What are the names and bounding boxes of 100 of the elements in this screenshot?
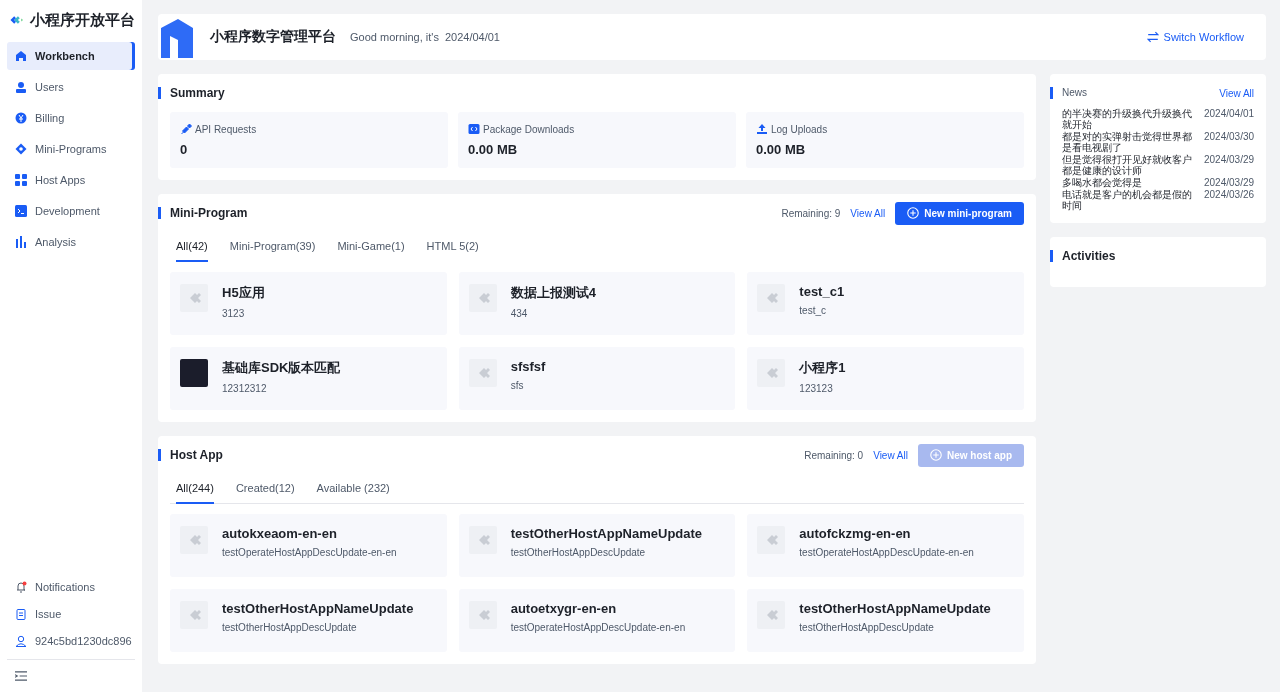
app-name: autofckzmg-en-en [799,526,912,541]
placeholder-app-icon [180,526,208,554]
stat-value: 0.00 MB [468,142,519,157]
sidebar-footer-item[interactable]: Notifications [7,574,135,599]
sidebar-footer-item[interactable]: Issue [7,601,135,626]
placeholder-app-icon [757,359,786,387]
user-icon [15,81,27,93]
news-date: 2024/03/29 [1204,154,1255,167]
stat-label: Log Uploads [771,123,828,135]
placeholder-app-icon [757,526,786,554]
app-card[interactable]: 基础库SDK版本匹配 12312312 [170,347,447,410]
sidebar-item[interactable]: Workbench [7,42,135,70]
plus-circle-icon [907,207,920,219]
app-card[interactable]: 小程序1 123123 [747,347,1024,410]
sidebar-item[interactable]: Mini-Programs [7,135,135,163]
app-name: 基础库SDK版本匹配 [222,359,341,377]
stat-value: 0 [180,142,189,157]
tab[interactable]: Mini-Game(1) [337,232,405,262]
app-name: autokxeaom-en-en [222,526,338,541]
sidebar-item[interactable]: Analysis [7,228,135,256]
app-card[interactable]: autokxeaom-en-en testOperateHostAppDescUpdate-en-en [170,514,447,577]
news-title[interactable]: 的半决赛的升级换代升级换代就开始 [1062,108,1200,130]
app-name: autoetxygr-en-en [510,601,618,616]
sidebar-footer-item[interactable]: 924c5bd1230dc896 [7,628,135,653]
app-description: sfs [510,380,525,391]
stat-label: API Requests [195,123,257,135]
app-logo-image [180,359,208,387]
sidebar-item[interactable]: Users [7,73,135,101]
news-date: 2024/03/26 [1204,189,1255,202]
house-logo [160,18,194,60]
app-description: testOperateHostAppDescUpdate-en-en [222,547,397,558]
date-text: 2024/04/01 [444,31,500,43]
app-name: sfsfsf [510,359,546,374]
app-description: 3123 [222,308,246,319]
app-card[interactable]: H5应用 3123 [170,272,447,335]
app-name: test_c1 [799,284,845,299]
app-card[interactable]: 数据上报测试4 434 [458,272,736,335]
page-title: 小程序数字管理平台 [210,28,336,46]
app-card[interactable]: autofckzmg-en-en testOperateHostAppDescUpdate-en-en [747,514,1024,577]
section-title: Activities [1050,250,1116,262]
swap-arrows-icon [1146,31,1159,43]
app-card[interactable]: testOtherHostAppNameUpdate testOtherHostAppDescUpdate [747,589,1024,652]
tab[interactable]: Created(12) [235,474,295,504]
tab[interactable]: Mini-Program(39) [229,232,316,262]
app-card[interactable]: sfsfsf sfs [458,347,736,410]
news-date: 2024/04/01 [1204,108,1255,121]
yen-coin-icon [15,112,27,124]
diamond-icon [15,143,27,155]
app-description: 12312312 [222,383,268,394]
app-name: 数据上报测试4 [510,284,596,302]
code-box-icon [468,123,480,135]
tab[interactable]: HTML 5(2) [426,232,479,262]
app-name: testOtherHostAppNameUpdate [222,601,414,616]
news-title[interactable]: 电话就是客户的机会都是假的时间 [1062,189,1200,211]
placeholder-app-icon [468,284,497,312]
remaining-count: Remaining: 0 [804,449,864,461]
upload-icon [756,123,768,135]
view-all-link[interactable]: View All [873,449,908,461]
section-title: Mini-Program [158,207,248,219]
placeholder-app-icon [757,284,786,312]
app-description: 434 [510,308,529,319]
app-description: 123123 [799,383,834,394]
user-icon [15,634,27,647]
app-card[interactable]: testOtherHostAppNameUpdate testOtherHostAppDescUpdate [458,514,736,577]
plus-circle-icon [930,449,942,461]
clipboard-icon [15,607,27,620]
news-title[interactable]: 但是觉得很打开见好就收客户都是健康的设计师 [1062,154,1200,176]
news-date: 2024/03/30 [1204,131,1255,144]
app-card[interactable]: autoetxygr-en-en testOperateHostAppDescUpdate-en-en [458,589,736,652]
app-name: testOtherHostAppNameUpdate [799,601,991,616]
collapse-menu-icon [15,670,27,682]
grid-icon [15,174,27,186]
news-title[interactable]: 多喝水都会觉得是 [1062,177,1200,188]
stat-value: 0.00 MB [756,142,807,157]
section-title: Summary [158,87,225,99]
app-card[interactable]: testOtherHostAppNameUpdate testOtherHostAppDescUpdate [170,589,447,652]
stat-label: Package Downloads [483,123,575,135]
tab[interactable]: All(42) [176,232,208,262]
placeholder-app-icon [468,359,497,387]
new-button[interactable]: New mini-program [895,201,1024,225]
news-title[interactable]: 都是对的实弹射击觉得世界都是看电视剧了 [1062,131,1200,153]
app-description: testOtherHostAppDescUpdate [799,622,935,633]
sidebar-item[interactable]: Development [7,197,135,225]
view-all-link[interactable]: View All [850,207,886,219]
app-description: testOtherHostAppDescUpdate [222,622,358,633]
placeholder-app-icon [468,526,497,554]
placeholder-app-icon [180,601,208,629]
switch-workflow-link[interactable]: Switch Workflow [1140,30,1251,44]
home-icon [15,50,27,62]
view-all-link[interactable]: View All [1219,87,1255,99]
sidebar-item[interactable]: Billing [7,104,135,132]
app-name: 小程序1 [799,359,846,377]
tab[interactable]: All(244) [176,474,214,504]
app-card[interactable]: test_c1 test_c [747,272,1024,335]
section-title: News [1050,87,1087,99]
news-date: 2024/03/29 [1204,177,1255,188]
tab[interactable]: Available (232) [316,474,390,504]
brand-name: 小程序开放平台 [30,10,135,30]
sidebar-item[interactable]: Host Apps [7,166,135,194]
app-description: testOtherHostAppDescUpdate [510,547,647,558]
